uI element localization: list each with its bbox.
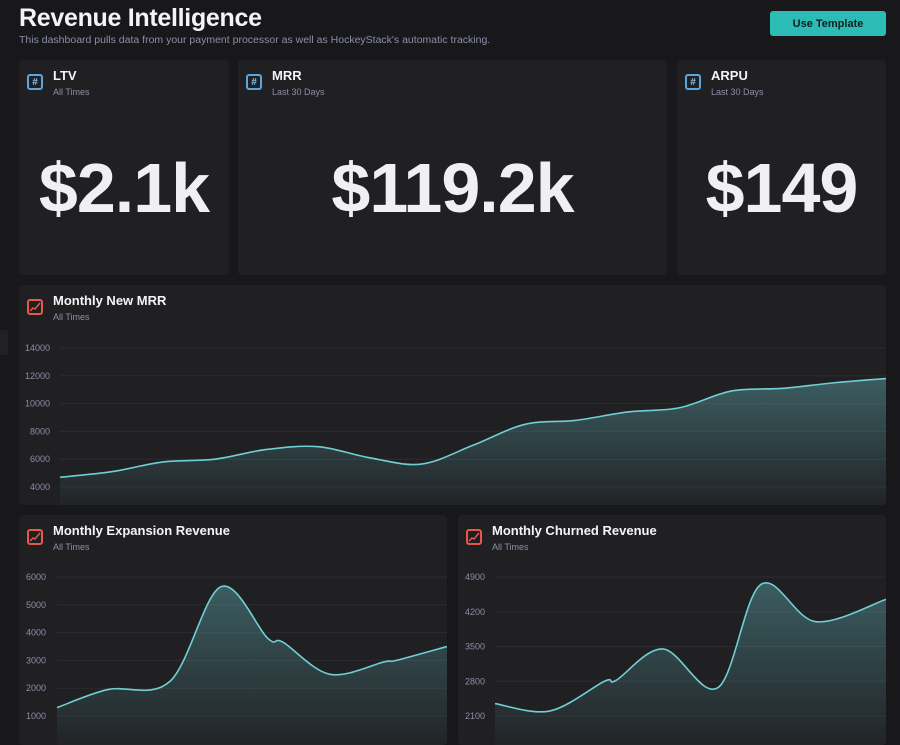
area-fill (495, 582, 886, 745)
chart-title: Monthly New MRR (53, 293, 167, 308)
chart-subtitle: All Times (492, 542, 529, 552)
y-tick-label: 8000 (30, 426, 50, 436)
metric-value: $149 (705, 149, 859, 227)
line-chart-icon (27, 529, 43, 545)
y-tick-label: 6000 (26, 572, 46, 582)
page-subtitle: This dashboard pulls data from your paym… (19, 34, 491, 46)
chart-card-churned: 2100 2800 3500 4200 4900 Monthly Churned Rev… (458, 515, 886, 745)
metric-title: ARPU (711, 68, 748, 83)
sidebar-toggle[interactable] (0, 330, 8, 355)
metric-value: $2.1k (38, 149, 210, 227)
y-tick-label: 14000 (25, 343, 50, 353)
metric-title: MRR (272, 68, 302, 83)
y-tick-label: 10000 (25, 399, 50, 409)
chart-title: Monthly Expansion Revenue (53, 523, 230, 538)
y-tick-label: 2800 (465, 676, 485, 686)
metric-period: All Times (53, 87, 90, 97)
hash-icon: # (27, 74, 43, 90)
chart-subtitle: All Times (53, 542, 90, 552)
hash-icon: # (246, 74, 262, 90)
area-fill (60, 378, 886, 505)
chart-card-expansion: 1000 2000 3000 4000 5000 6000 Monthly Expansi… (19, 515, 447, 745)
y-tick-label: 3500 (465, 642, 485, 652)
chart-subtitle: All Times (53, 312, 90, 322)
y-tick-label: 6000 (30, 454, 50, 464)
y-tick-label: 5000 (26, 600, 46, 610)
line-chart-icon (27, 299, 43, 315)
y-tick-label: 2000 (26, 683, 46, 693)
chart-title: Monthly Churned Revenue (492, 523, 657, 538)
metric-card-arpu: # ARPU Last 30 Days $149 (677, 60, 886, 275)
y-tick-label: 12000 (25, 371, 50, 381)
y-tick-label: 2100 (465, 711, 485, 721)
y-tick-label: 1000 (26, 711, 46, 721)
y-tick-label: 4900 (465, 572, 485, 582)
page-title: Revenue Intelligence (19, 4, 262, 32)
y-tick-label: 4000 (26, 628, 46, 638)
hash-icon: # (685, 74, 701, 90)
chart-card-new-mrr: 4000 6000 8000 10000 12000 14000 Monthly New … (19, 285, 886, 505)
metric-card-ltv: # LTV All Times $2.1k (19, 60, 229, 275)
y-tick-label: 3000 (26, 655, 46, 665)
metric-period: Last 30 Days (272, 87, 325, 97)
y-tick-label: 4000 (30, 482, 50, 492)
metric-title: LTV (53, 68, 77, 83)
use-template-button[interactable]: Use Template (770, 11, 886, 36)
line-chart-icon (466, 529, 482, 545)
area-fill (57, 586, 447, 745)
metric-period: Last 30 Days (711, 87, 764, 97)
y-tick-label: 4200 (465, 607, 485, 617)
metric-value: $119.2k (331, 149, 574, 227)
new-mrr-chart: 4000 6000 8000 10000 12000 14000 (25, 343, 886, 505)
metric-card-mrr: # MRR Last 30 Days $119.2k (238, 60, 667, 275)
